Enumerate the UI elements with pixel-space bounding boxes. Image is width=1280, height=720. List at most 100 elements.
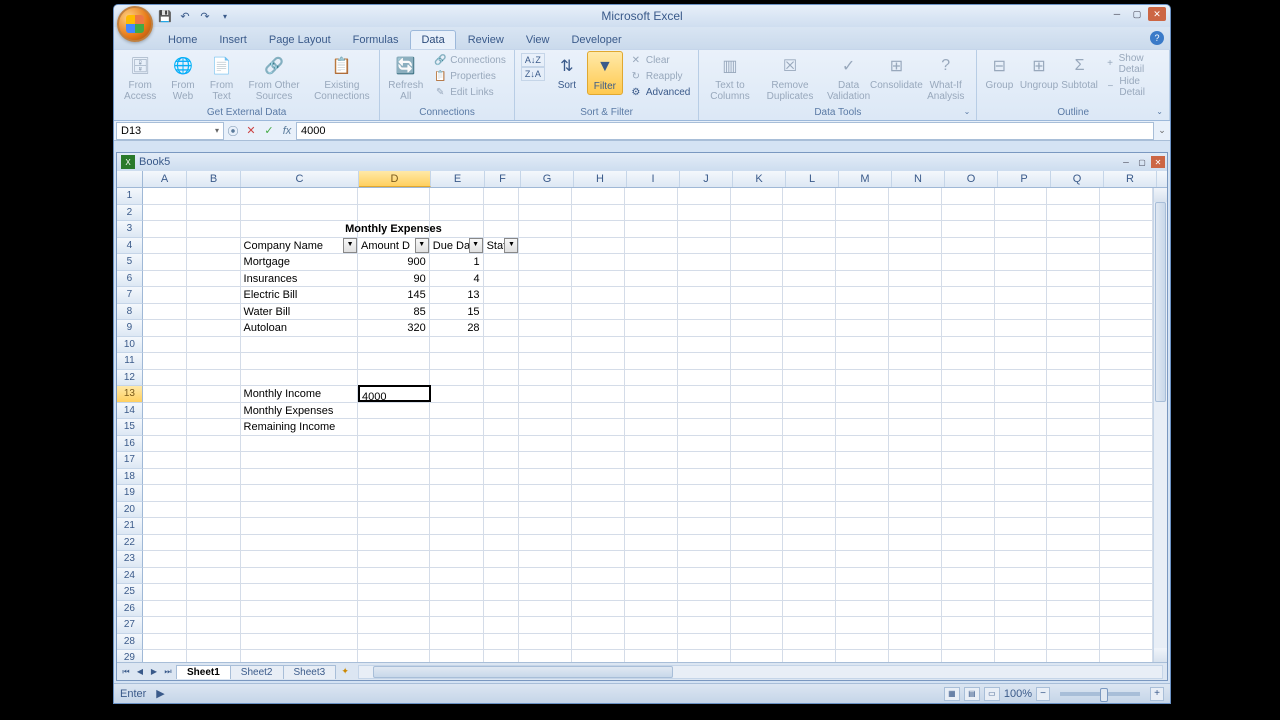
col-header-E[interactable]: E xyxy=(431,171,485,187)
cell-F16[interactable] xyxy=(484,436,520,453)
col-header-F[interactable]: F xyxy=(485,171,521,187)
cell-P6[interactable] xyxy=(995,271,1048,288)
sheet-tab-3[interactable]: Sheet3 xyxy=(283,665,337,679)
cell-M17[interactable] xyxy=(836,452,889,469)
cell-R21[interactable] xyxy=(1100,518,1153,535)
cell-C14[interactable]: Monthly Expenses xyxy=(241,403,359,420)
cell-J16[interactable] xyxy=(678,436,731,453)
cell-D8[interactable]: 85 xyxy=(358,304,430,321)
cell-K2[interactable] xyxy=(731,205,784,222)
cell-N8[interactable] xyxy=(889,304,942,321)
cell-O16[interactable] xyxy=(942,436,995,453)
cell-G6[interactable] xyxy=(519,271,572,288)
cell-O24[interactable] xyxy=(942,568,995,585)
cell-E24[interactable] xyxy=(430,568,484,585)
row-header-21[interactable]: 21 xyxy=(117,518,143,535)
page-break-button[interactable]: ▭ xyxy=(984,687,1000,701)
cell-F10[interactable] xyxy=(484,337,520,354)
cell-K1[interactable] xyxy=(731,188,784,205)
cell-P28[interactable] xyxy=(995,634,1048,651)
cell-I14[interactable] xyxy=(625,403,678,420)
cell-A8[interactable] xyxy=(143,304,187,321)
horizontal-scrollbar[interactable] xyxy=(358,665,1163,679)
cell-O19[interactable] xyxy=(942,485,995,502)
cell-A29[interactable] xyxy=(143,650,187,662)
cell-E13[interactable] xyxy=(430,386,484,403)
cell-A24[interactable] xyxy=(143,568,187,585)
cell-P10[interactable] xyxy=(995,337,1048,354)
cell-J3[interactable] xyxy=(678,221,731,238)
cell-H18[interactable] xyxy=(572,469,625,486)
cell-L27[interactable] xyxy=(783,617,836,634)
cell-C8[interactable]: Water Bill xyxy=(241,304,359,321)
cell-C16[interactable] xyxy=(241,436,359,453)
cell-R2[interactable] xyxy=(1100,205,1153,222)
cell-E27[interactable] xyxy=(430,617,484,634)
cell-L21[interactable] xyxy=(783,518,836,535)
cell-J26[interactable] xyxy=(678,601,731,618)
cell-F22[interactable] xyxy=(484,535,520,552)
cell-P19[interactable] xyxy=(995,485,1048,502)
row-header-3[interactable]: 3 xyxy=(117,221,143,238)
cell-K16[interactable] xyxy=(731,436,784,453)
cell-O14[interactable] xyxy=(942,403,995,420)
row-header-15[interactable]: 15 xyxy=(117,419,143,436)
filter-button[interactable]: ▼Filter xyxy=(587,51,623,95)
cell-A27[interactable] xyxy=(143,617,187,634)
cell-C7[interactable]: Electric Bill xyxy=(241,287,359,304)
undo-icon[interactable]: ↶ xyxy=(178,9,192,23)
row-header-10[interactable]: 10 xyxy=(117,337,143,354)
cell-G14[interactable] xyxy=(519,403,572,420)
cell-B12[interactable] xyxy=(187,370,241,387)
cell-F7[interactable] xyxy=(484,287,520,304)
cell-C1[interactable] xyxy=(241,188,359,205)
cell-I11[interactable] xyxy=(625,353,678,370)
expand-formula-icon[interactable]: ⌄ xyxy=(1154,125,1170,136)
name-box[interactable]: D13 xyxy=(116,122,224,140)
cell-J9[interactable] xyxy=(678,320,731,337)
cell-C10[interactable] xyxy=(241,337,359,354)
cell-D13[interactable] xyxy=(358,386,430,403)
col-header-L[interactable]: L xyxy=(786,171,839,187)
cell-Q3[interactable] xyxy=(1047,221,1100,238)
cell-G20[interactable] xyxy=(519,502,572,519)
cell-Q28[interactable] xyxy=(1047,634,1100,651)
cell-C12[interactable] xyxy=(241,370,359,387)
last-sheet-button[interactable]: ⏭ xyxy=(161,665,175,679)
cell-M26[interactable] xyxy=(836,601,889,618)
cell-I26[interactable] xyxy=(625,601,678,618)
cell-C11[interactable] xyxy=(241,353,359,370)
cell-K25[interactable] xyxy=(731,584,784,601)
cell-F12[interactable] xyxy=(484,370,520,387)
cell-Q1[interactable] xyxy=(1047,188,1100,205)
cell-F2[interactable] xyxy=(484,205,520,222)
cell-B8[interactable] xyxy=(187,304,241,321)
cell-J29[interactable] xyxy=(678,650,731,662)
cell-R4[interactable] xyxy=(1100,238,1153,255)
cell-K4[interactable] xyxy=(731,238,784,255)
consolidate-button[interactable]: ⊞Consolidate xyxy=(876,51,917,93)
cell-F27[interactable] xyxy=(484,617,520,634)
cell-D11[interactable] xyxy=(358,353,430,370)
cell-H12[interactable] xyxy=(572,370,625,387)
cell-A5[interactable] xyxy=(143,254,187,271)
cell-J4[interactable] xyxy=(678,238,731,255)
subtotal-button[interactable]: ΣSubtotal xyxy=(1061,51,1099,93)
cell-B9[interactable] xyxy=(187,320,241,337)
cell-K20[interactable] xyxy=(731,502,784,519)
tab-developer[interactable]: Developer xyxy=(561,31,631,49)
cell-N2[interactable] xyxy=(889,205,942,222)
cell-R6[interactable] xyxy=(1100,271,1153,288)
cell-P23[interactable] xyxy=(995,551,1048,568)
cell-B13[interactable] xyxy=(187,386,241,403)
cell-B18[interactable] xyxy=(187,469,241,486)
cell-R25[interactable] xyxy=(1100,584,1153,601)
cell-A12[interactable] xyxy=(143,370,187,387)
cell-P9[interactable] xyxy=(995,320,1048,337)
cell-D20[interactable] xyxy=(358,502,430,519)
refresh-all-button[interactable]: 🔄Refresh All xyxy=(384,51,427,104)
normal-view-button[interactable]: ▦ xyxy=(944,687,960,701)
cell-E25[interactable] xyxy=(430,584,484,601)
cell-I17[interactable] xyxy=(625,452,678,469)
cell-I23[interactable] xyxy=(625,551,678,568)
